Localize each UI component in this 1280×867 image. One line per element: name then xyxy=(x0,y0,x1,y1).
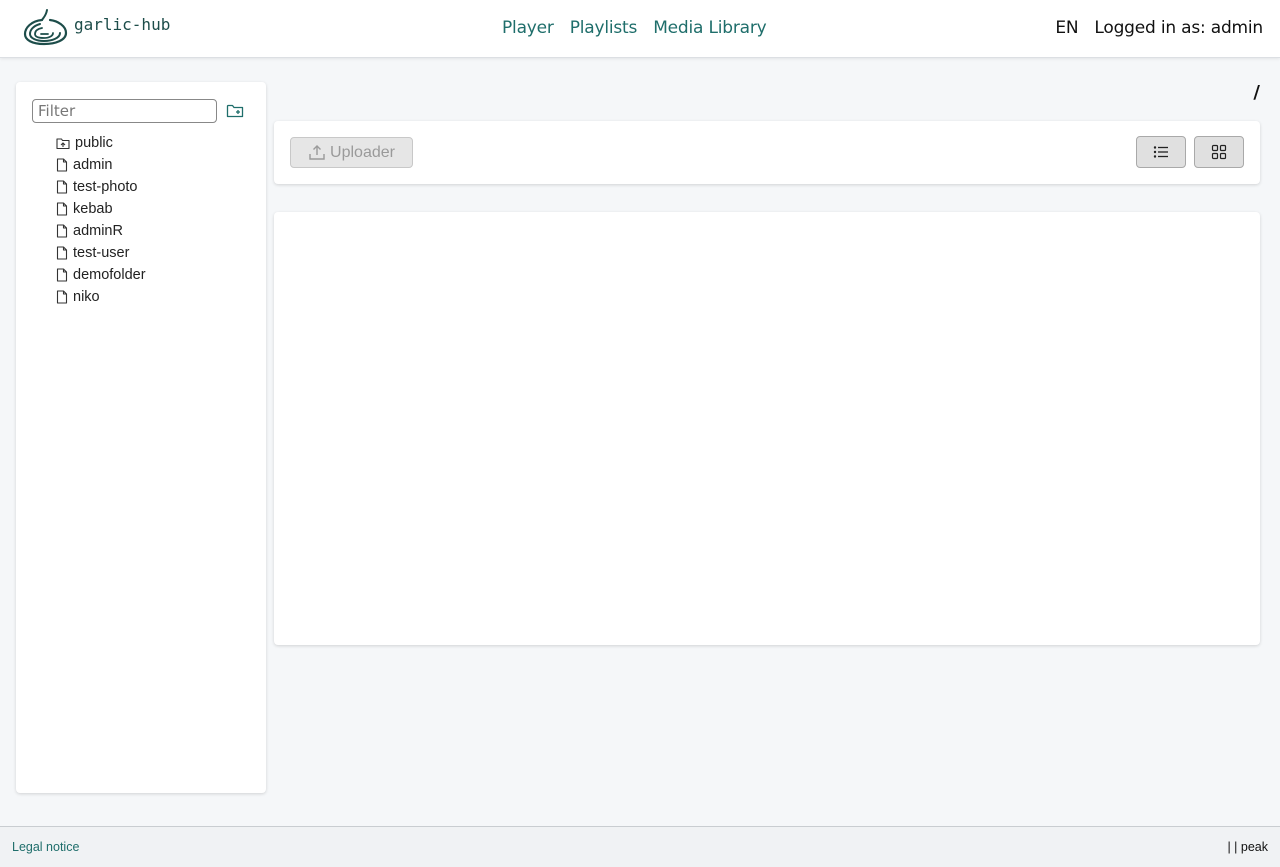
tree-item-public[interactable]: public xyxy=(56,132,146,154)
folder-tree: public admin test-photo kebab adminR tes… xyxy=(56,132,146,308)
grid-icon xyxy=(1211,144,1227,160)
file-icon xyxy=(56,224,68,238)
add-folder-button[interactable] xyxy=(225,101,245,121)
tree-item-label: niko xyxy=(73,289,100,305)
nav-playlists[interactable]: Playlists xyxy=(570,18,638,38)
tree-item-adminr[interactable]: adminR xyxy=(56,220,146,242)
tree-item-test-user[interactable]: test-user xyxy=(56,242,146,264)
header-user-area: EN Logged in as: admin xyxy=(1055,18,1263,38)
footer-info: | | peak xyxy=(1227,840,1268,854)
user-menu[interactable]: Logged in as: admin xyxy=(1094,18,1263,38)
logo[interactable]: garlic-hub xyxy=(22,8,170,46)
media-toolbar: Uploader xyxy=(274,121,1260,184)
tree-item-label: admin xyxy=(73,157,113,173)
nav-player[interactable]: Player xyxy=(502,18,554,38)
file-icon xyxy=(56,246,68,260)
current-path: / xyxy=(1253,82,1260,103)
list-icon xyxy=(1153,146,1168,158)
filter-input[interactable] xyxy=(32,99,217,123)
uploader-label: Uploader xyxy=(330,143,395,161)
file-icon xyxy=(56,268,68,282)
filter-row xyxy=(32,99,245,123)
page-footer: Legal notice | | peak xyxy=(0,826,1280,867)
top-header: garlic-hub Player Playlists Media Librar… xyxy=(0,0,1280,58)
tree-item-label: test-photo xyxy=(73,179,138,195)
tree-item-niko[interactable]: niko xyxy=(56,286,146,308)
grid-view-button[interactable] xyxy=(1194,136,1244,168)
folder-plus-icon xyxy=(226,104,244,118)
tree-item-label: adminR xyxy=(73,223,123,239)
media-content-panel xyxy=(274,212,1260,645)
main-nav: Player Playlists Media Library xyxy=(502,18,767,38)
legal-notice-link[interactable]: Legal notice xyxy=(12,840,79,854)
list-view-button[interactable] xyxy=(1136,136,1186,168)
tree-item-kebab[interactable]: kebab xyxy=(56,198,146,220)
language-selector[interactable]: EN xyxy=(1055,18,1078,38)
file-icon xyxy=(56,290,68,304)
tree-item-label: kebab xyxy=(73,201,113,217)
logo-text: garlic-hub xyxy=(74,14,171,34)
nav-media-library[interactable]: Media Library xyxy=(653,18,767,38)
tree-item-label: demofolder xyxy=(73,267,146,283)
tree-item-test-photo[interactable]: test-photo xyxy=(56,176,146,198)
folder-sidebar: public admin test-photo kebab adminR tes… xyxy=(16,82,266,793)
tree-item-label: test-user xyxy=(73,245,130,261)
uploader-button[interactable]: Uploader xyxy=(290,137,413,168)
tree-item-label: public xyxy=(75,135,113,151)
tree-item-admin[interactable]: admin xyxy=(56,154,146,176)
folder-open-icon xyxy=(56,137,70,149)
file-icon xyxy=(56,180,68,194)
file-icon xyxy=(56,158,68,172)
file-icon xyxy=(56,202,68,216)
upload-icon xyxy=(309,145,325,160)
tree-item-demofolder[interactable]: demofolder xyxy=(56,264,146,286)
garlic-logo-icon xyxy=(23,9,68,46)
